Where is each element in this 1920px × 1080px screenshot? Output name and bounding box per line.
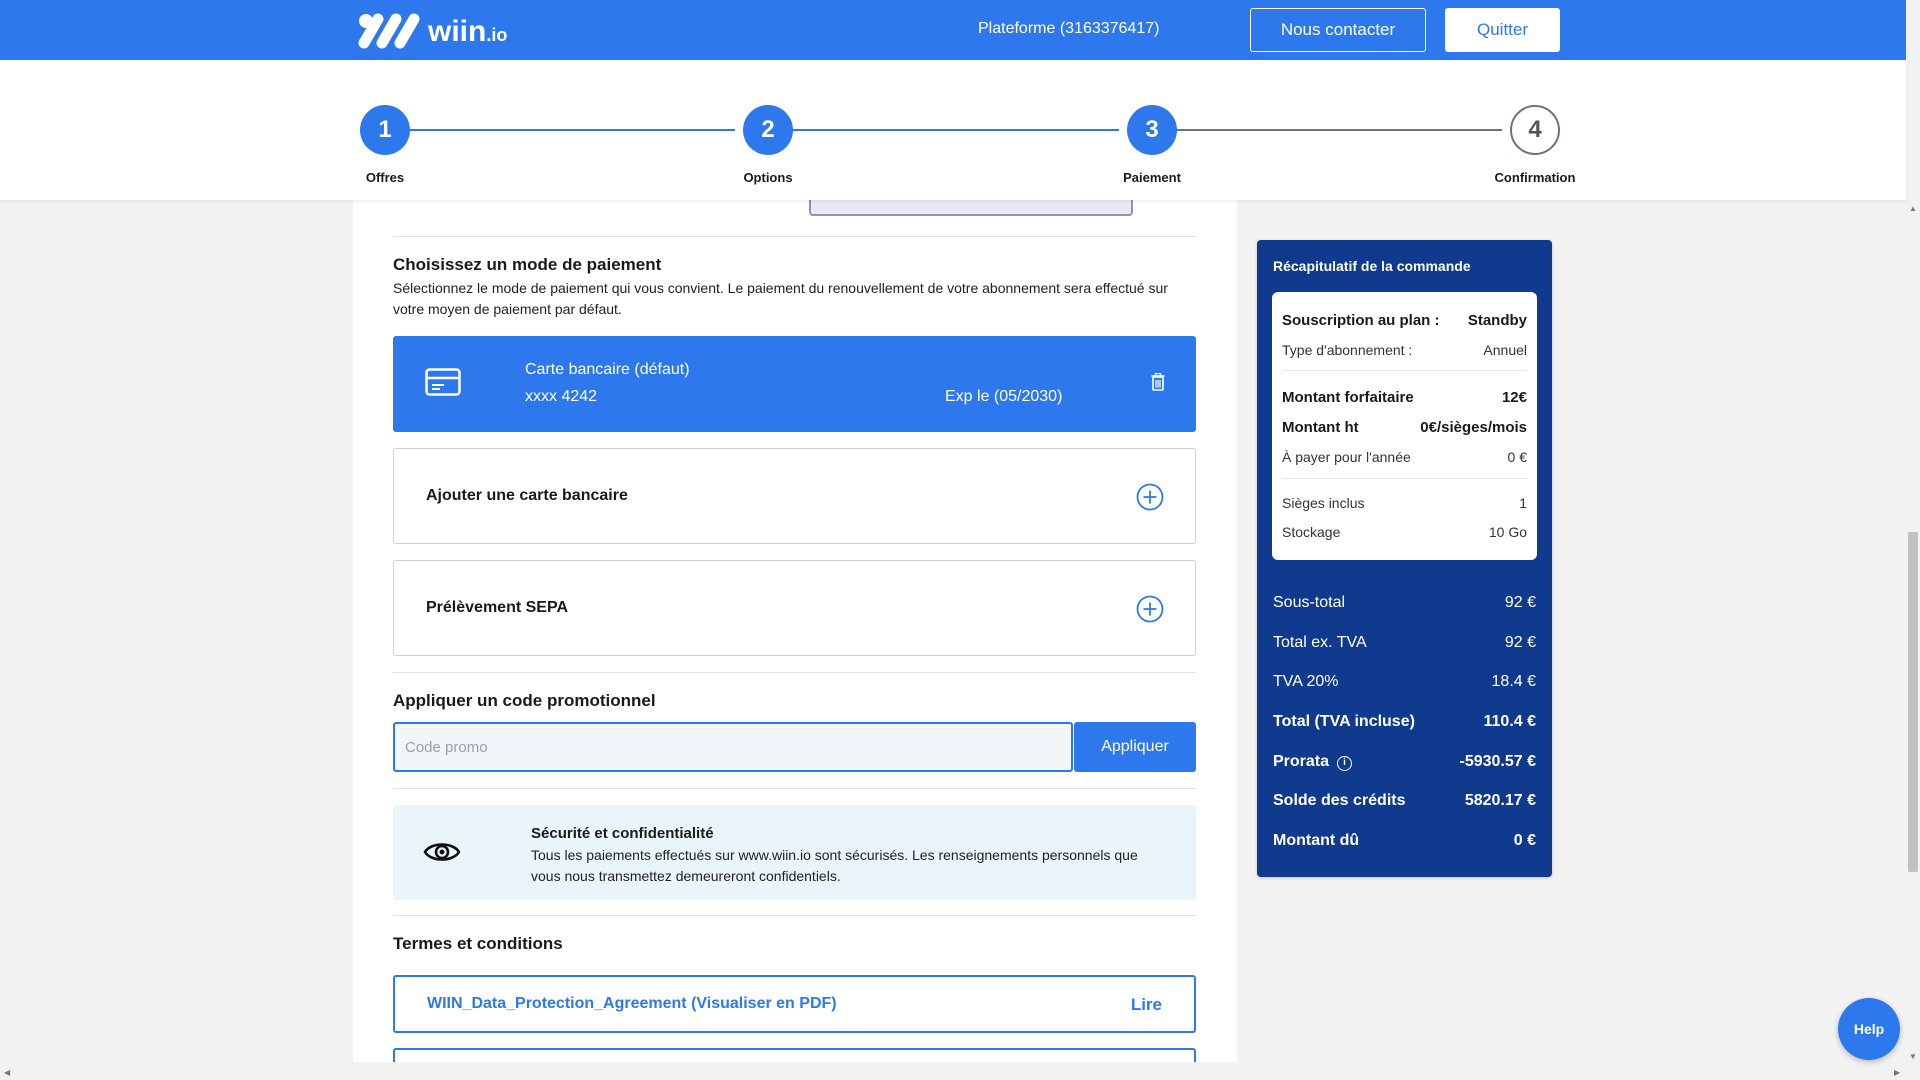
amount-due-row: Montant dû 0 €	[1273, 832, 1536, 849]
total-inc-tva-row: Total (TVA incluse) 110.4 €	[1273, 713, 1536, 730]
logo-text: wiin.io	[428, 15, 508, 48]
read-document-link[interactable]: Lire	[1131, 995, 1162, 1015]
document-link[interactable]: WIIN_Data_Protection_Agreement (Visualis…	[427, 995, 837, 1013]
step-3-label: Paiement	[1123, 170, 1181, 185]
payment-method-title: Choisissez un mode de paiement	[393, 255, 662, 274]
checkout-stepper: 1 Offres 2 Options 3 Paiement 4 Confirma…	[0, 60, 1906, 200]
default-card-option[interactable]: Carte bancaire (défaut) xxxx 4242 Exp le…	[393, 336, 1196, 432]
payment-panel: Choisissez un mode de paiement Sélection…	[353, 200, 1237, 1062]
credit-card-icon	[425, 368, 461, 396]
divider	[1282, 478, 1527, 479]
card-expiry: Exp le (05/2030)	[945, 388, 1063, 405]
sepa-label: Prélèvement SEPA	[426, 599, 568, 616]
divider	[393, 672, 1196, 673]
step-connector	[410, 129, 735, 131]
step-1-circle[interactable]: 1	[360, 105, 410, 155]
top-navbar: wiin.io Plateforme (3163376417) Nous con…	[0, 0, 1920, 60]
divider	[1282, 370, 1527, 371]
add-card-label: Ajouter une carte bancaire	[426, 487, 628, 504]
plan-details-card: Souscription au plan : Standby Type d'abo…	[1272, 292, 1537, 560]
step-4-label: Confirmation	[1494, 170, 1576, 185]
wiin-logo-mark-icon	[358, 13, 420, 49]
plus-circle-icon[interactable]	[1136, 595, 1164, 623]
plus-circle-icon[interactable]	[1136, 483, 1164, 511]
step-2-circle[interactable]: 2	[743, 105, 793, 155]
step-3-circle: 3	[1127, 105, 1177, 155]
terms-document-row[interactable]	[393, 1048, 1196, 1062]
horizontal-scrollbar[interactable]	[0, 1066, 1920, 1080]
security-text: Tous les paiements effectués sur www.wii…	[531, 847, 1138, 884]
info-icon[interactable]: i	[1337, 756, 1353, 771]
trash-icon[interactable]	[1151, 373, 1165, 391]
vertical-scroll-thumb[interactable]	[1908, 532, 1918, 872]
eye-icon	[423, 843, 461, 861]
security-title: Sécurité et confidentialité	[531, 825, 714, 842]
wiin-logo[interactable]: wiin.io	[358, 12, 507, 52]
help-button[interactable]: Help	[1838, 998, 1900, 1060]
card-number: xxxx 4242	[525, 388, 598, 405]
payment-method-description: Sélectionnez le mode de paiement qui vou…	[393, 280, 1168, 317]
subscription-type-row: Type d'abonnement : Annuel	[1282, 342, 1527, 358]
quit-button[interactable]: Quitter	[1445, 8, 1560, 52]
yearly-amount-row: À payer pour l'année 0 €	[1282, 449, 1527, 465]
card-name: Carte bancaire (défaut)	[525, 361, 690, 378]
promo-code-input[interactable]	[393, 722, 1073, 772]
order-summary: Récapitulatif de la commande Souscriptio…	[1257, 240, 1552, 877]
scroll-right-arrow-icon[interactable]: ▶	[1894, 1068, 1900, 1077]
sepa-option[interactable]: Prélèvement SEPA	[393, 560, 1196, 656]
prorata-row: Prorata i -5930.57 €	[1273, 753, 1536, 771]
divider	[393, 915, 1196, 916]
scroll-down-arrow-icon[interactable]: ▼	[1909, 1052, 1917, 1061]
storage-row: Stockage 10 Go	[1282, 524, 1527, 540]
platform-id: Plateforme (3163376417)	[978, 20, 1160, 37]
terms-title: Termes et conditions	[393, 934, 563, 953]
divider	[393, 788, 1196, 789]
summary-title: Récapitulatif de la commande	[1273, 258, 1471, 274]
subtotal-row: Sous-total 92 €	[1273, 594, 1536, 611]
scroll-left-arrow-icon[interactable]: ◀	[4, 1068, 10, 1077]
step-connector	[1177, 129, 1502, 131]
divider	[393, 236, 1196, 237]
tva-row: TVA 20% 18.4 €	[1273, 673, 1536, 690]
step-1-label: Offres	[365, 170, 405, 185]
credits-row: Solde des crédits 5820.17 €	[1273, 792, 1536, 809]
total-ex-tva-row: Total ex. TVA 92 €	[1273, 634, 1536, 651]
step-2-label: Options	[743, 170, 793, 185]
security-notice: Sécurité et confidentialité Tous les pai…	[393, 805, 1196, 900]
ht-amount-row: Montant ht 0€/sièges/mois	[1282, 419, 1527, 436]
step-4-circle: 4	[1510, 105, 1560, 155]
promo-title: Appliquer un code promotionnel	[393, 691, 656, 710]
flat-amount-row: Montant forfaitaire 12€	[1282, 389, 1527, 406]
terms-document-row[interactable]: WIIN_Data_Protection_Agreement (Visualis…	[393, 975, 1196, 1033]
plan-row: Souscription au plan : Standby	[1282, 312, 1527, 329]
scroll-up-arrow-icon[interactable]: ▲	[1909, 204, 1917, 213]
step-connector	[793, 129, 1119, 131]
previous-section-box	[809, 200, 1133, 216]
add-card-option[interactable]: Ajouter une carte bancaire	[393, 448, 1196, 544]
seats-row: Sièges inclus 1	[1282, 495, 1527, 511]
contact-button[interactable]: Nous contacter	[1250, 8, 1426, 52]
apply-promo-button[interactable]: Appliquer	[1074, 722, 1196, 772]
